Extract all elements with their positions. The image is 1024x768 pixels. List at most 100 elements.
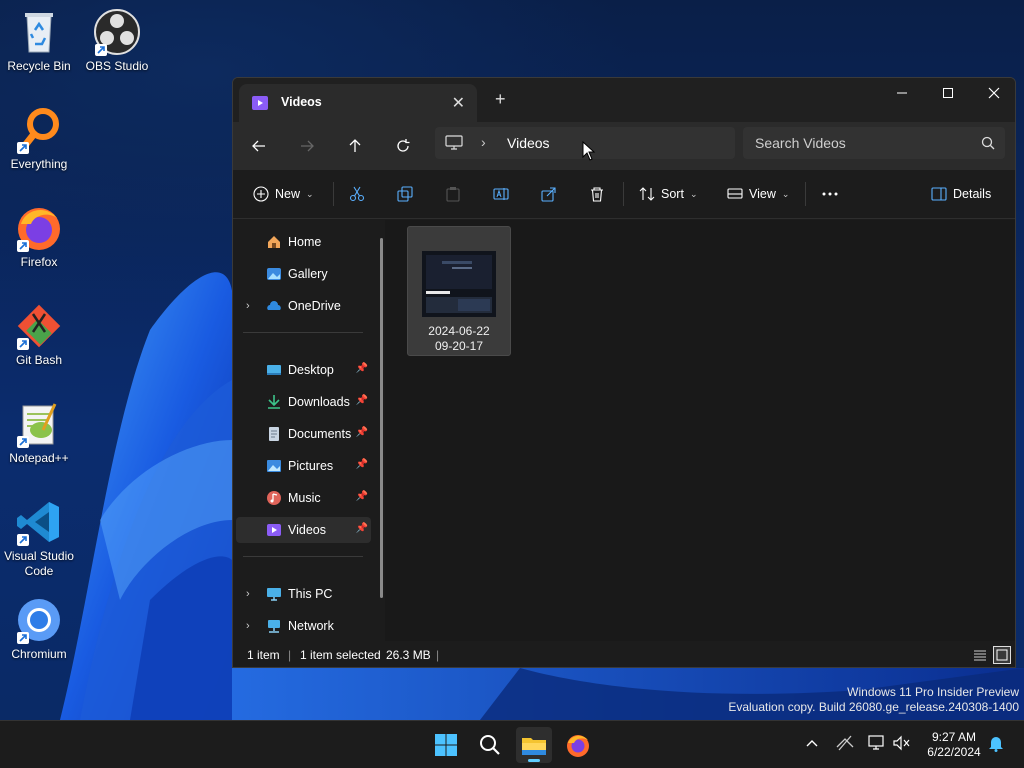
close-tab-button[interactable]: ✕ [452,93,465,113]
new-tab-button[interactable]: + [495,89,506,110]
sidebar-item-videos[interactable]: Videos 📌 [236,517,371,543]
pin-icon[interactable]: 📌 [356,363,368,374]
view-label: View [749,187,776,201]
up-button[interactable] [341,134,369,158]
watermark-line: Windows 11 Pro Insider Preview [847,685,1019,699]
details-button[interactable]: Details [931,180,991,208]
display-status[interactable] [868,735,886,754]
desktop-icon-everything[interactable]: Everything [0,106,78,172]
sidebar-item-desktop[interactable]: Desktop 📌 [236,357,371,383]
network-status[interactable] [836,735,854,754]
sort-button[interactable]: Sort ⌄ [639,180,697,208]
cut-button[interactable] [349,180,365,208]
start-button[interactable] [428,727,464,763]
file-explorer-icon [522,738,546,755]
details-pane-icon [931,187,947,201]
plus-circle-icon [253,186,269,202]
tiles-view-icon [996,649,1008,661]
desktop-icon-recycle-bin[interactable]: Recycle Bin [0,8,78,74]
tiles-view-button[interactable] [993,646,1011,664]
breadcrumb-videos[interactable]: Videos [507,135,550,151]
desktop-folder-icon [266,362,282,378]
show-hidden-icons-button[interactable] [804,735,820,754]
share-button[interactable] [541,180,557,208]
more-options-button[interactable] [821,180,839,208]
pin-icon[interactable]: 📌 [356,459,368,470]
divider [243,332,363,333]
minimize-button[interactable] [879,78,925,108]
sidebar-item-label: Downloads [288,395,350,409]
pin-icon[interactable]: 📌 [356,491,368,502]
shortcut-arrow-icon [17,436,29,448]
pin-icon[interactable]: 📌 [356,523,368,534]
obs-studio-icon [93,8,141,56]
tab-videos[interactable]: Videos ✕ [239,84,477,122]
sidebar-item-this-pc[interactable]: › This PC [236,581,371,607]
back-button[interactable] [245,134,273,158]
desktop-icon-firefox[interactable]: Firefox [0,204,78,270]
taskbar-firefox[interactable] [560,727,596,763]
view-button[interactable]: View ⌄ [727,180,789,208]
desktop-icon-git-bash[interactable]: Git Bash [0,302,78,368]
sidebar-item-gallery[interactable]: Gallery [236,261,371,287]
chevron-right-icon[interactable]: › [246,300,250,312]
notepad-plus-plus-icon [15,400,63,448]
copy-button[interactable] [397,180,413,208]
sidebar-item-documents[interactable]: Documents 📌 [236,421,371,447]
status-separator: | [288,648,292,662]
paste-button[interactable] [445,180,461,208]
shortcut-arrow-icon [17,534,29,546]
sidebar-item-home[interactable]: Home [236,229,371,255]
taskbar: 9:27 AM 6/22/2024 [0,720,1024,768]
maximize-icon [943,88,953,98]
system-clock[interactable]: 9:27 AM 6/22/2024 [918,730,990,760]
desktop-icon-label: Notepad++ [9,451,69,465]
navigation-bar: › Videos Search Videos [233,122,1015,170]
volume-status[interactable] [893,735,911,754]
taskbar-file-explorer[interactable] [516,727,552,763]
search-input[interactable]: Search Videos [755,135,846,151]
pin-icon[interactable]: 📌 [356,395,368,406]
sidebar-item-network[interactable]: › Network [236,613,371,639]
forward-button[interactable] [293,134,321,158]
sidebar-item-music[interactable]: Music 📌 [236,485,371,511]
file-item[interactable]: 2024-06-22 09-20-17 [407,226,511,356]
music-icon [266,490,282,506]
delete-button[interactable] [589,180,605,208]
title-bar[interactable]: Videos ✕ + [233,78,1015,122]
new-button[interactable]: New ⌄ [253,180,314,208]
chevron-right-icon[interactable]: › [246,620,250,632]
file-list-area[interactable]: 2024-06-22 09-20-17 [385,220,1015,641]
pin-icon[interactable]: 📌 [356,427,368,438]
details-view-button[interactable] [971,646,989,664]
sidebar-item-pictures[interactable]: Pictures 📌 [236,453,371,479]
rename-button[interactable] [493,180,509,208]
desktop-icon-vscode[interactable]: Visual Studio Code [0,498,78,579]
sidebar-item-downloads[interactable]: Downloads 📌 [236,389,371,415]
search-icon [480,735,500,755]
desktop-icon-notepad-plus-plus[interactable]: Notepad++ [0,400,78,466]
maximize-button[interactable] [925,78,971,108]
desktop-icon-chromium[interactable]: Chromium [0,596,78,662]
view-icon [727,188,743,199]
sidebar-item-label: Network [288,619,334,633]
close-window-button[interactable] [971,78,1015,108]
taskbar-search-button[interactable] [472,727,508,763]
desktop-icon-label: Chromium [11,647,67,661]
chevron-right-icon[interactable]: › [246,588,250,600]
list-view-icon [974,650,986,661]
file-name: 2024-06-22 09-20-17 [408,324,510,354]
chevron-up-icon [806,740,818,747]
network-disconnected-icon [836,735,854,751]
sidebar-item-onedrive[interactable]: › OneDrive [236,293,371,319]
sidebar-scrollbar[interactable] [380,238,383,598]
arrow-left-icon [252,140,265,152]
search-box[interactable]: Search Videos [743,127,1005,159]
desktop-icon-obs-studio[interactable]: OBS Studio [78,8,156,74]
refresh-button[interactable] [389,134,417,158]
notifications-button[interactable] [988,734,1004,755]
sidebar-item-label: Videos [288,523,326,537]
shortcut-arrow-icon [17,632,29,644]
sidebar-item-label: Home [288,235,322,249]
volume-muted-icon [893,735,910,751]
